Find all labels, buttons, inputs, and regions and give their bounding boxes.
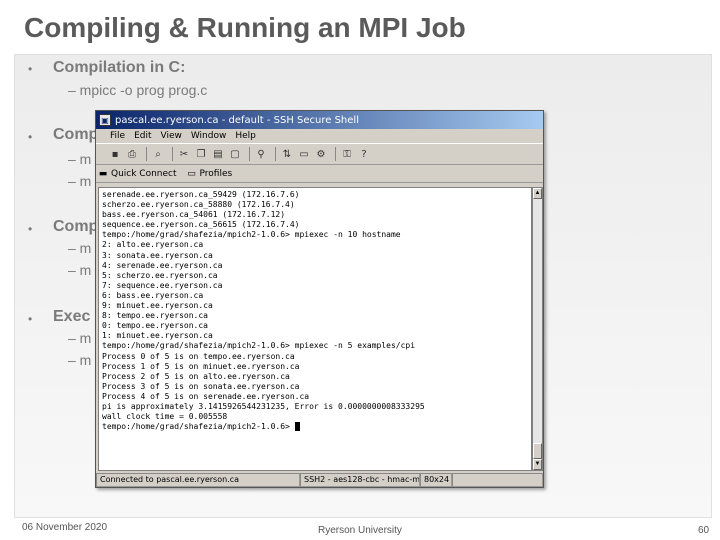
terminal-line: tempo:/home/grad/shafezia/mpich2-1.0.6> … — [102, 230, 401, 240]
terminal-line: serenade.ee.ryerson.ca_59429 (172.16.7.6… — [102, 190, 300, 199]
terminal-line: wall clock time = 0.005558 — [102, 412, 228, 422]
footer-page-number: 60 — [698, 525, 710, 536]
terminal-line: scherzo.ee.ryerson.ca_58880 (172.16.7.4) — [102, 200, 295, 210]
terminal-line: 8: tempo.ee.ryerson.ca — [102, 311, 208, 321]
bullet-sub: – m — [68, 240, 92, 256]
toolbar: ▪ ⎙ ⌕ ✂ ❐ ▤ ▢ ⚲ ⇅ ▭ ⚙ ⚿ ? — [96, 143, 543, 165]
bullet-dot: • — [28, 222, 33, 236]
footer-date: 06 November 2020 — [22, 522, 108, 533]
terminal-line: 9: minuet.ee.ryerson.ca — [102, 301, 213, 311]
terminal-line: 5: scherzo.ee.ryerson.ca — [102, 270, 218, 280]
help-icon[interactable]: ? — [357, 147, 371, 161]
window-titlebar[interactable]: ▣ pascal.ee.ryerson.ca - default - SSH S… — [96, 111, 543, 129]
scroll-down-icon[interactable]: ▼ — [533, 459, 542, 470]
status-extra — [452, 473, 543, 487]
bullet-compilation-c: Compilation in C: — [53, 59, 186, 76]
connect-icon: ▬ — [98, 168, 108, 179]
terminal-cursor — [294, 422, 300, 432]
terminal-line: Process 0 of 5 is on tempo.ee.ryerson.ca — [102, 351, 295, 361]
terminal-line: sequence.ee.ryerson.ca_56615 (172.16.7.4… — [102, 220, 300, 230]
scroll-thumb[interactable] — [533, 443, 542, 459]
terminal-line: Process 4 of 5 is on serenade.ee.ryerson… — [102, 391, 310, 401]
status-size: 80x24 — [420, 473, 452, 487]
terminal-line: tempo:/home/grad/shafezia/mpich2-1.0.6> — [102, 422, 528, 432]
bullet-dot: • — [28, 130, 33, 144]
bullet-sub: – m — [68, 352, 92, 368]
menu-view[interactable]: View — [161, 131, 182, 141]
folder-icon: ▭ — [187, 168, 196, 179]
terminal-line: 3: sonata.ee.ryerson.ca — [102, 250, 213, 260]
terminal-scrollbar[interactable]: ▲ ▼ — [532, 187, 543, 471]
ssh-window[interactable]: ▣ pascal.ee.ryerson.ca - default - SSH S… — [95, 110, 544, 488]
profiles-label: Profiles — [199, 168, 233, 179]
toolbar-separator — [146, 147, 147, 161]
menu-window[interactable]: Window — [191, 131, 227, 141]
folder-icon[interactable]: ▭ — [297, 147, 311, 161]
search-icon[interactable]: ⌕ — [151, 147, 165, 161]
bullet-sub: – m — [68, 262, 92, 278]
toolbar-separator — [172, 147, 173, 161]
menu-file[interactable]: File — [110, 131, 125, 141]
terminal-line: Process 2 of 5 is on alto.ee.ryerson.ca — [102, 371, 290, 381]
file-transfer-icon[interactable]: ⇅ — [280, 147, 294, 161]
bullet-sub: – m — [68, 151, 92, 167]
quick-bar: ▬ Quick Connect ▭ Profiles — [96, 165, 543, 183]
terminal-line: Process 1 of 5 is on minuet.ee.ryerson.c… — [102, 361, 300, 371]
footer-org: Ryerson University — [318, 525, 402, 536]
terminal-line: 7: sequence.ee.ryerson.ca — [102, 280, 223, 290]
new-terminal-icon[interactable]: ▢ — [228, 147, 242, 161]
status-connected: Connected to pascal.ee.ryerson.ca — [96, 473, 300, 487]
scroll-up-icon[interactable]: ▲ — [533, 188, 542, 199]
menu-help[interactable]: Help — [235, 131, 256, 141]
terminal-line: 4: serenade.ee.ryerson.ca — [102, 260, 223, 270]
menu-bar: File Edit View Window Help — [96, 129, 543, 143]
status-bar: Connected to pascal.ee.ryerson.ca SSH2 -… — [96, 473, 543, 487]
bullet-comp-2: Comp — [53, 126, 99, 143]
bullet-sub: – m — [68, 173, 92, 189]
window-title: pascal.ee.ryerson.ca - default - SSH Sec… — [115, 114, 359, 126]
status-protocol: SSH2 - aes128-cbc - hmac-md5 - zlib — [300, 473, 420, 487]
print-icon[interactable]: ⎙ — [125, 147, 139, 161]
ssh-app-icon: ▣ — [99, 114, 111, 126]
quick-connect-label: Quick Connect — [111, 168, 177, 179]
bullet-dot: • — [28, 62, 33, 76]
bullet-exec-4: Exec — [53, 308, 91, 325]
paste-icon[interactable]: ▤ — [211, 147, 225, 161]
key-icon[interactable]: ⚿ — [340, 147, 354, 161]
menu-edit[interactable]: Edit — [134, 131, 151, 141]
toolbar-separator — [249, 147, 250, 161]
copy-icon[interactable]: ❐ — [194, 147, 208, 161]
terminal-line: 6: bass.ee.ryerson.ca — [102, 290, 204, 300]
toolbar-separator — [335, 147, 336, 161]
save-icon[interactable]: ▪ — [108, 147, 122, 161]
terminal-line: bass.ee.ryerson.ca_54061 (172.16.7.12) — [102, 210, 286, 220]
terminal-line: pi is approximately 3.1415926544231235, … — [102, 401, 425, 411]
profiles-button[interactable]: ▭ Profiles — [187, 168, 233, 179]
bullet-comp-3: Comp — [53, 218, 99, 235]
toolbar-separator — [275, 147, 276, 161]
terminal-line: tempo:/home/grad/shafezia/mpich2-1.0.6> … — [102, 341, 416, 351]
find-icon[interactable]: ⚲ — [254, 147, 268, 161]
cut-icon[interactable]: ✂ — [177, 147, 191, 161]
terminal-line: 1: minuet.ee.ryerson.ca — [102, 331, 213, 341]
terminal-output[interactable]: serenade.ee.ryerson.ca_59429 (172.16.7.6… — [98, 187, 532, 471]
terminal-line: 2: alto.ee.ryerson.ca — [102, 240, 204, 250]
slide-title: Compiling & Running an MPI Job — [24, 12, 466, 43]
quick-connect-button[interactable]: ▬ Quick Connect — [98, 169, 177, 179]
settings-icon[interactable]: ⚙ — [314, 147, 328, 161]
bullet-sub: – m — [68, 330, 92, 346]
bullet-dot: • — [28, 312, 33, 326]
terminal-line: Process 3 of 5 is on sonata.ee.ryerson.c… — [102, 381, 300, 391]
terminal-line: 0: tempo.ee.ryerson.ca — [102, 321, 208, 331]
bullet-sub-mpicc: – mpicc -o prog prog.c — [68, 82, 208, 98]
